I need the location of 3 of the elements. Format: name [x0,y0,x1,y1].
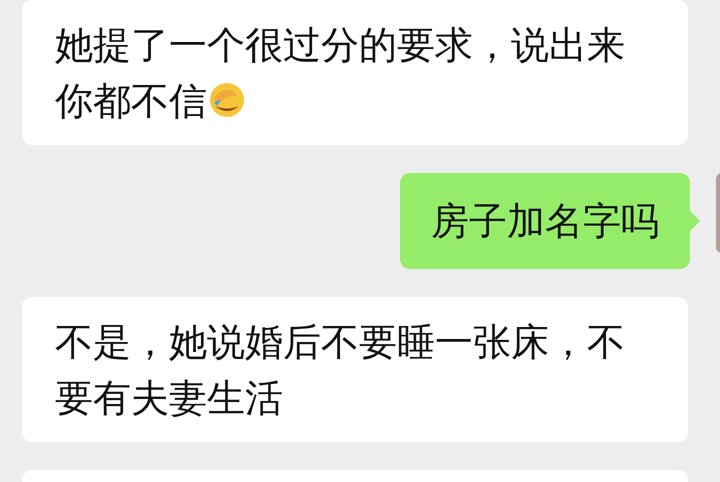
message-bubble: 她提了一个很过分的要求，说出来你都不信 [22,0,688,145]
message-bubble: 不是，她说婚后不要睡一张床，不要有夫妻生活 [22,297,688,442]
message-bubble: 房子加名字吗 [400,173,690,269]
